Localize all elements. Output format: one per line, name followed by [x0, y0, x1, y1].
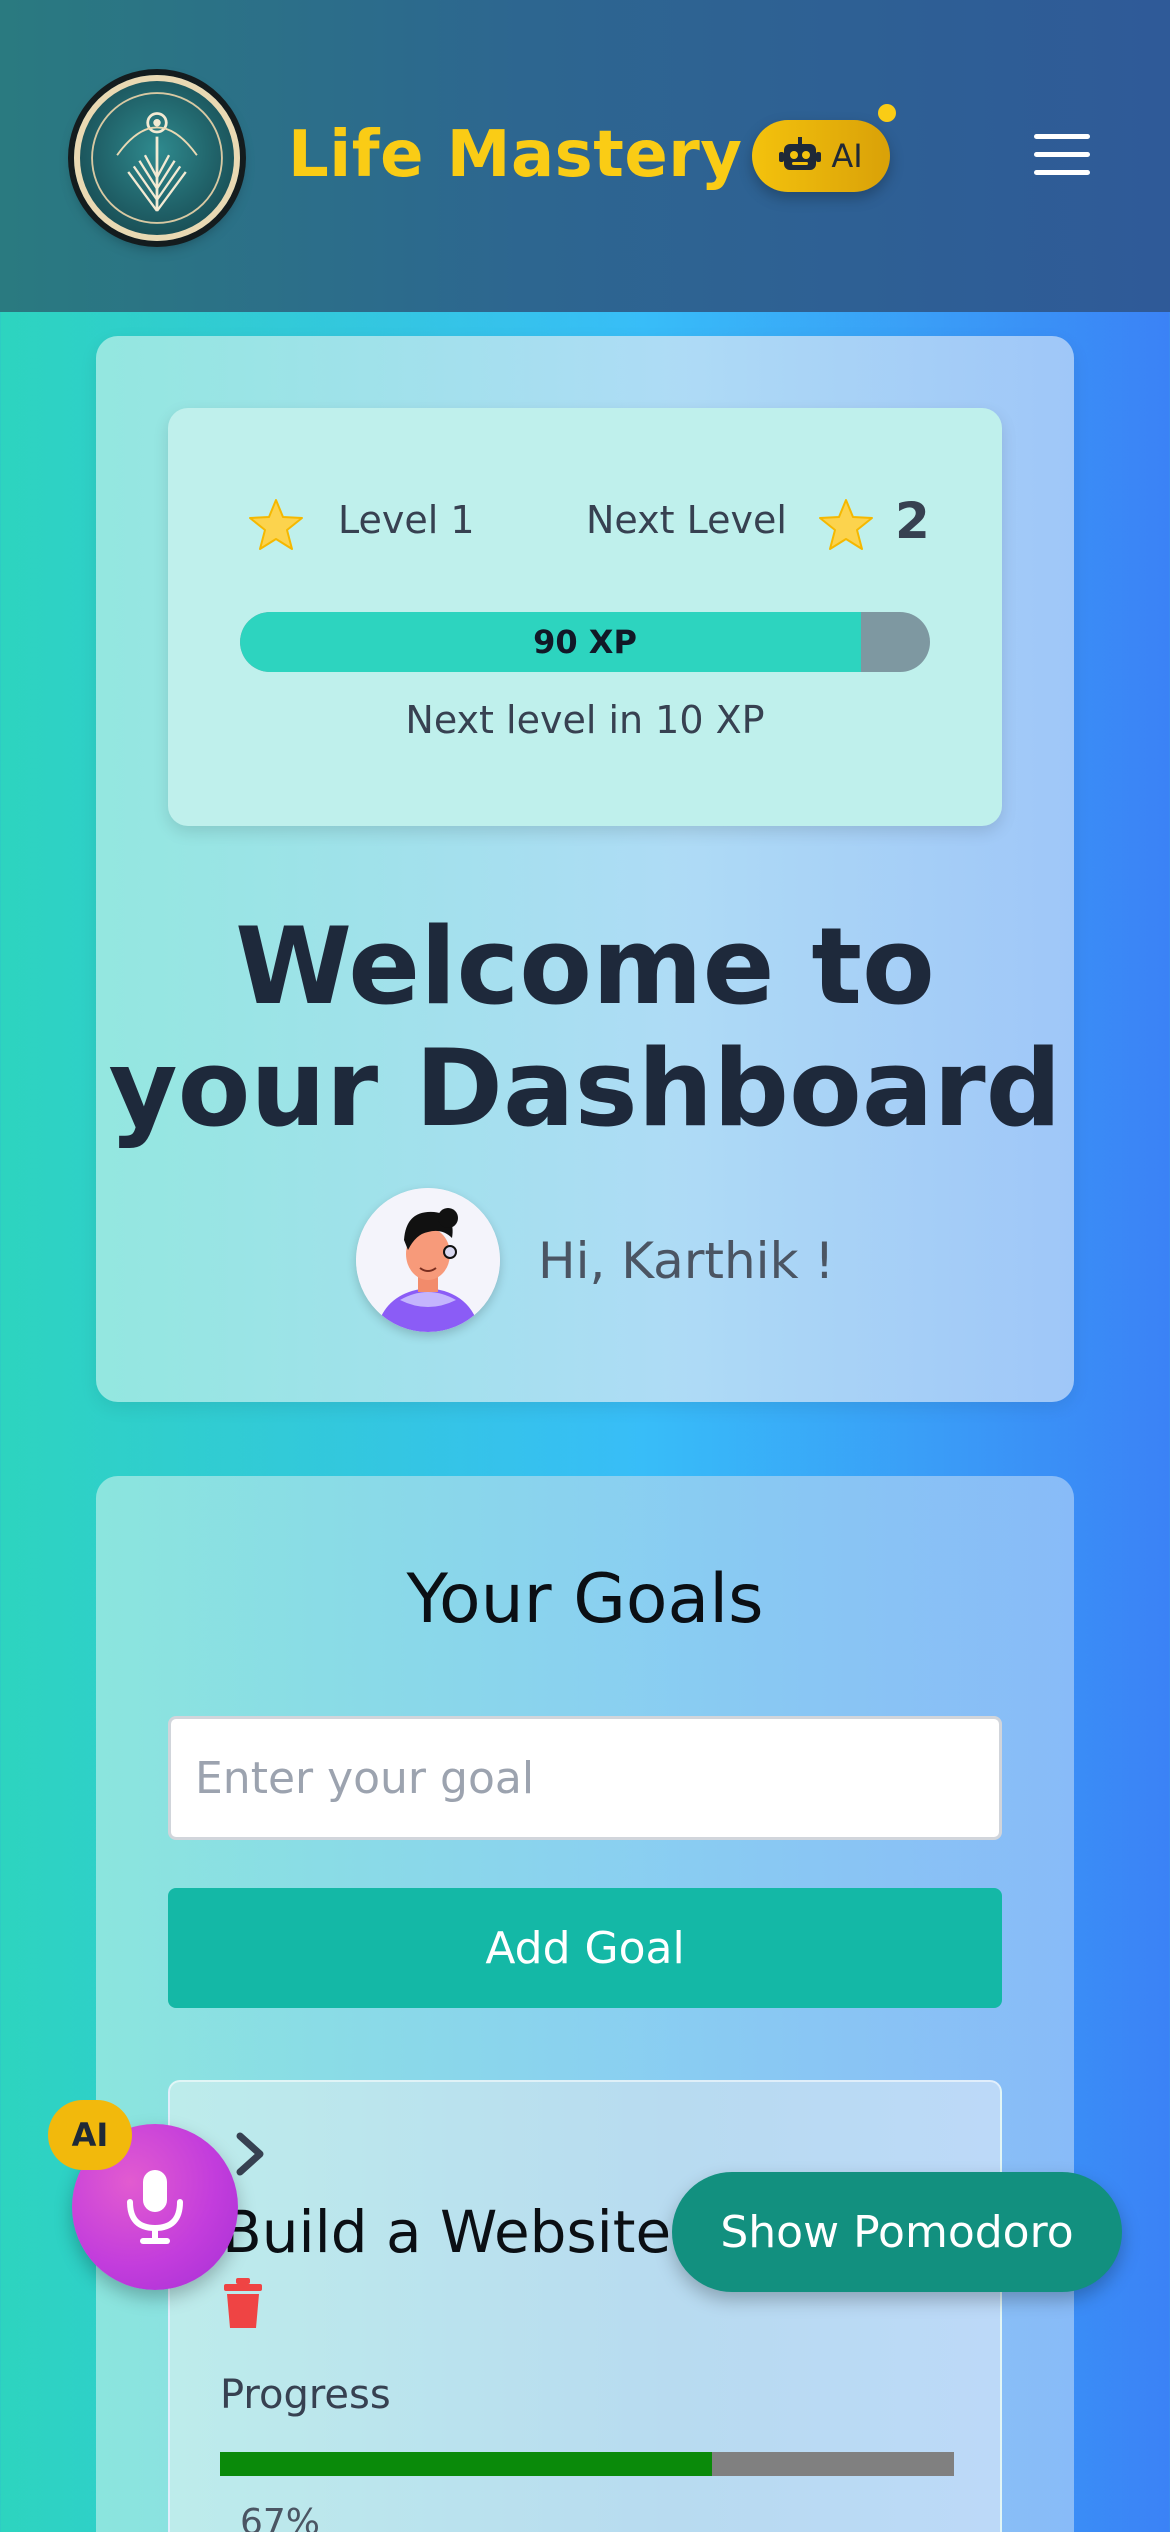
goal-input[interactable]	[168, 1716, 1002, 1840]
star-icon	[819, 499, 873, 550]
goal-item: Build a Website Progress 67%	[168, 2080, 1002, 2532]
add-goal-button[interactable]: Add Goal	[168, 1888, 1002, 2008]
level-card: Level 1 Next Level 2 90 XP Next level in…	[168, 408, 1002, 826]
robot-icon	[779, 137, 822, 170]
ai-badge-label: AI	[831, 137, 863, 175]
star-icon	[249, 499, 303, 550]
app-title: Life Mastery	[288, 118, 743, 192]
greeting-text: Hi, Karthik !	[538, 1232, 835, 1290]
goals-card: Your Goals Add Goal Build a Website Prog…	[96, 1476, 1074, 2532]
goal-progress-fill	[220, 2452, 712, 2476]
xp-label: 90 XP	[533, 623, 637, 661]
chevron-right-icon[interactable]	[230, 2130, 270, 2178]
fab-ai-badge: AI	[48, 2100, 132, 2170]
goals-title: Your Goals	[406, 1560, 764, 1639]
ai-assistant-badge[interactable]: AI	[752, 120, 890, 192]
next-level-number: 2	[895, 492, 930, 550]
hamburger-menu-icon[interactable]	[1034, 130, 1090, 178]
goal-progress-bar	[220, 2452, 954, 2476]
show-pomodoro-button[interactable]: Show Pomodoro	[672, 2172, 1122, 2292]
trash-icon[interactable]	[222, 2278, 264, 2330]
app-header: Life Mastery AI	[0, 0, 1170, 312]
notification-dot	[878, 104, 896, 122]
goal-name: Build a Website	[222, 2198, 672, 2266]
goal-progress-percent: 67%	[240, 2502, 321, 2532]
welcome-heading: Welcome to your Dashboard	[108, 905, 1062, 1150]
dashboard-card: Level 1 Next Level 2 90 XP Next level in…	[96, 336, 1074, 1402]
next-level-label: Next Level	[586, 498, 787, 542]
user-avatar[interactable]	[356, 1188, 500, 1332]
xp-progress-bar: 90 XP	[240, 612, 930, 672]
microphone-icon	[127, 2170, 183, 2244]
current-level-label: Level 1	[338, 498, 475, 542]
goal-progress-label: Progress	[220, 2372, 391, 2418]
next-level-hint: Next level in 10 XP	[405, 698, 765, 742]
emblem-logo-icon[interactable]	[74, 75, 240, 241]
